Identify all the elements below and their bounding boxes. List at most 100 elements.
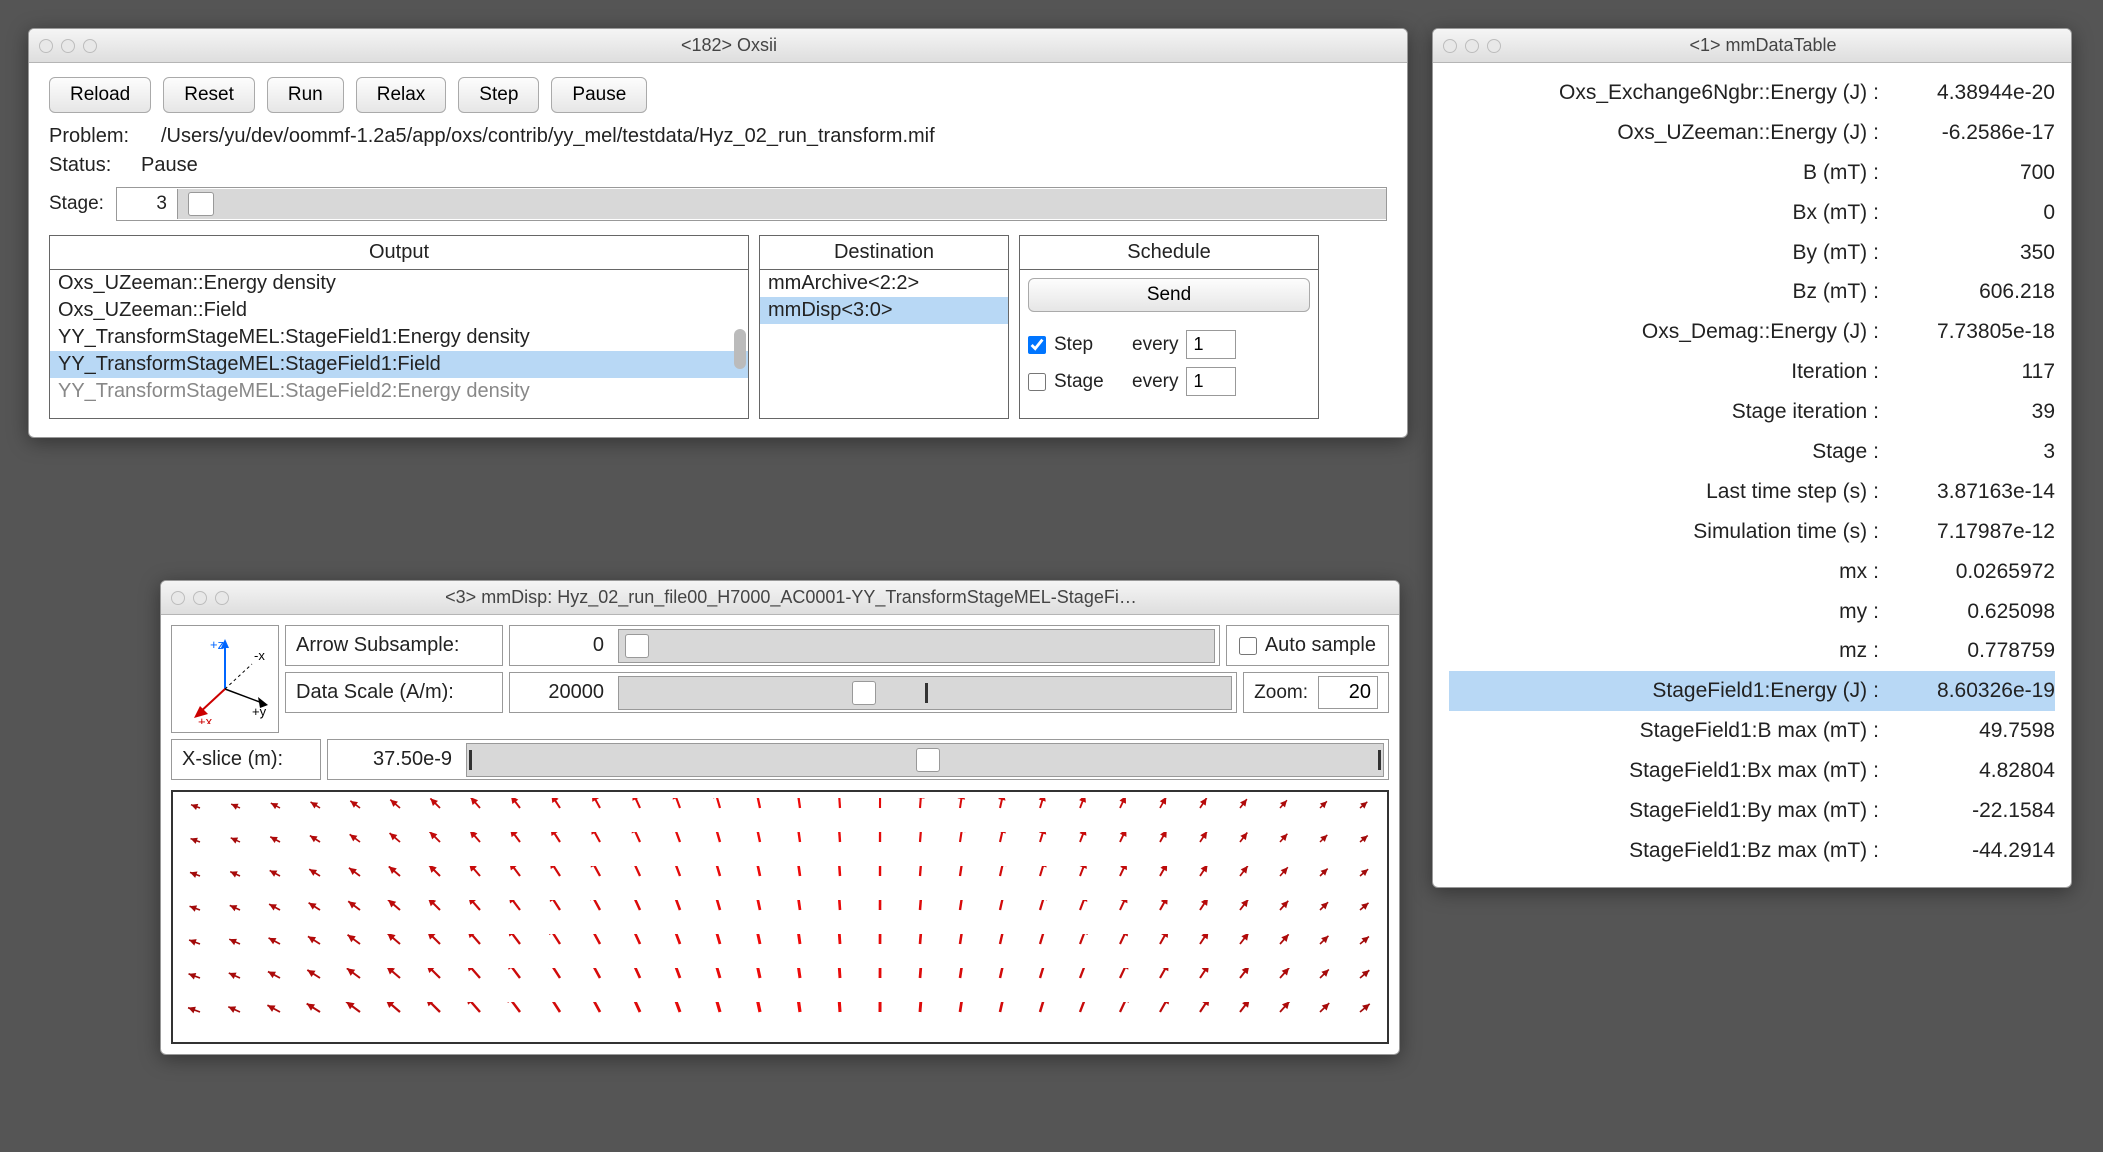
destination-listbox[interactable]: mmArchive<2:2>mmDisp<3:0> <box>760 270 1008 418</box>
data-row[interactable]: Stage:3 <box>1449 432 2055 472</box>
data-titlebar[interactable]: <1> mmDataTable <box>1433 29 2071 63</box>
data-row[interactable]: Bx (mT):0 <box>1449 193 2055 233</box>
data-row[interactable]: mz:0.778759 <box>1449 631 2055 671</box>
data-row[interactable]: my:0.625098 <box>1449 592 2055 632</box>
data-scale-control[interactable]: 20000 <box>509 672 1237 713</box>
list-item[interactable]: YY_TransformStageMEL:StageField2:Energy … <box>50 378 748 405</box>
reset-button[interactable]: Reset <box>163 77 255 113</box>
data-scale-slider[interactable] <box>618 676 1232 710</box>
vector-arrow-icon <box>1141 832 1179 866</box>
minimize-icon[interactable] <box>193 591 207 605</box>
slider-thumb[interactable] <box>852 681 876 705</box>
auto-sample-checkbox[interactable] <box>1239 637 1257 655</box>
data-row[interactable]: StageField1:Bz max (mT):-44.2914 <box>1449 831 2055 871</box>
vector-arrow-icon <box>1181 866 1219 900</box>
stage-every-input[interactable] <box>1186 367 1236 396</box>
data-row[interactable]: StageField1:B max (mT):49.7598 <box>1449 711 2055 751</box>
problem-path: /Users/yu/dev/oommf-1.2a5/app/oxs/contri… <box>161 125 935 148</box>
vector-arrow-icon <box>461 968 499 1002</box>
minimize-icon[interactable] <box>61 39 75 53</box>
schedule-panel: Schedule Send Step every Stage every <box>1019 235 1319 419</box>
zoom-icon[interactable] <box>215 591 229 605</box>
vector-arrow-icon <box>701 900 739 934</box>
data-row[interactable]: Oxs_Exchange6Ngbr::Energy (J):4.38944e-2… <box>1449 73 2055 113</box>
arrow-subsample-control[interactable]: 0 <box>509 625 1220 666</box>
list-item[interactable]: YY_TransformStageMEL:StageField1:Energy … <box>50 324 748 351</box>
zoom-input[interactable] <box>1318 676 1378 709</box>
data-row[interactable]: Simulation time (s):7.17987e-12 <box>1449 512 2055 552</box>
vector-arrow-icon <box>661 900 699 934</box>
vector-arrow-icon <box>1221 832 1259 866</box>
xslice-control[interactable]: 37.50e-9 <box>327 739 1389 780</box>
vector-arrow-icon <box>301 1002 339 1036</box>
xslice-slider[interactable] <box>466 743 1384 777</box>
zoom-icon[interactable] <box>1487 39 1501 53</box>
separator: : <box>1867 671 1885 711</box>
stage-checkbox[interactable] <box>1028 373 1046 391</box>
data-row[interactable]: Bz (mT):606.218 <box>1449 272 2055 312</box>
vector-arrow-icon <box>901 798 939 832</box>
slider-thumb[interactable] <box>916 748 940 772</box>
run-button[interactable]: Run <box>267 77 344 113</box>
vector-arrow-icon <box>181 1002 219 1036</box>
vector-arrow-icon <box>781 866 819 900</box>
data-row[interactable]: StageField1:By max (mT):-22.1584 <box>1449 791 2055 831</box>
data-row[interactable]: Last time step (s):3.87163e-14 <box>1449 472 2055 512</box>
close-icon[interactable] <box>171 591 185 605</box>
relax-button[interactable]: Relax <box>356 77 447 113</box>
stage-slider[interactable]: 3 <box>116 187 1387 221</box>
vector-arrow-icon <box>581 866 619 900</box>
step-checkbox[interactable] <box>1028 336 1046 354</box>
step-button[interactable]: Step <box>458 77 539 113</box>
data-row[interactable]: Oxs_UZeeman::Energy (J):-6.2586e-17 <box>1449 113 2055 153</box>
vector-field-display[interactable] <box>171 790 1389 1044</box>
reload-button[interactable]: Reload <box>49 77 151 113</box>
vector-arrow-icon <box>461 1002 499 1036</box>
list-item[interactable]: mmDisp<3:0> <box>760 297 1008 324</box>
stage-track[interactable] <box>177 189 1386 219</box>
close-icon[interactable] <box>39 39 53 53</box>
data-row[interactable]: Iteration:117 <box>1449 352 2055 392</box>
list-item[interactable]: mmArchive<2:2> <box>760 270 1008 297</box>
list-item[interactable]: Oxs_UZeeman::Energy density <box>50 270 748 297</box>
data-row[interactable]: By (mT):350 <box>1449 233 2055 273</box>
close-icon[interactable] <box>1443 39 1457 53</box>
data-row[interactable]: StageField1:Bx max (mT):4.82804 <box>1449 751 2055 791</box>
list-item[interactable]: YY_TransformStageMEL:StageField1:Field <box>50 351 748 378</box>
zoom-icon[interactable] <box>83 39 97 53</box>
data-row[interactable]: StageField1:Energy (J):8.60326e-19 <box>1449 671 2055 711</box>
vector-arrow-icon <box>901 1002 939 1036</box>
stage-thumb[interactable] <box>188 192 214 216</box>
vector-arrow-icon <box>781 968 819 1002</box>
vector-arrow-icon <box>1261 934 1299 968</box>
data-row[interactable]: Oxs_Demag::Energy (J):7.73805e-18 <box>1449 312 2055 352</box>
destination-panel: Destination mmArchive<2:2>mmDisp<3:0> <box>759 235 1009 419</box>
vector-arrow-icon <box>1061 866 1099 900</box>
auto-sample-box[interactable]: Auto sample <box>1226 625 1389 666</box>
vector-arrow-icon <box>461 900 499 934</box>
pause-button[interactable]: Pause <box>551 77 647 113</box>
step-every-input[interactable] <box>1186 330 1236 359</box>
vector-arrow-icon <box>741 934 779 968</box>
data-label: StageField1:Energy (J) <box>1449 671 1867 711</box>
vector-arrow-icon <box>701 1002 739 1036</box>
oxsii-titlebar[interactable]: <182> Oxsii <box>29 29 1407 63</box>
data-row[interactable]: mx:0.0265972 <box>1449 552 2055 592</box>
xslice-label: X-slice (m): <box>171 739 321 780</box>
data-value: 0 <box>1885 193 2055 233</box>
data-value: 8.60326e-19 <box>1885 671 2055 711</box>
data-row[interactable]: B (mT):700 <box>1449 153 2055 193</box>
data-value: 4.82804 <box>1885 751 2055 791</box>
list-item[interactable]: Oxs_UZeeman::Field <box>50 297 748 324</box>
vector-arrow-icon <box>1181 934 1219 968</box>
axes-icon[interactable]: +z -x +y +x <box>171 625 279 733</box>
vector-arrow-icon <box>381 934 419 968</box>
slider-thumb[interactable] <box>625 634 649 658</box>
data-row[interactable]: Stage iteration:39 <box>1449 392 2055 432</box>
scrollbar-thumb[interactable] <box>734 329 746 369</box>
arrow-subsample-slider[interactable] <box>618 629 1215 663</box>
disp-titlebar[interactable]: <3> mmDisp: Hyz_02_run_file00_H7000_AC00… <box>161 581 1399 615</box>
output-listbox[interactable]: Oxs_UZeeman::Energy densityOxs_UZeeman::… <box>50 270 748 418</box>
send-button[interactable]: Send <box>1028 278 1310 312</box>
minimize-icon[interactable] <box>1465 39 1479 53</box>
